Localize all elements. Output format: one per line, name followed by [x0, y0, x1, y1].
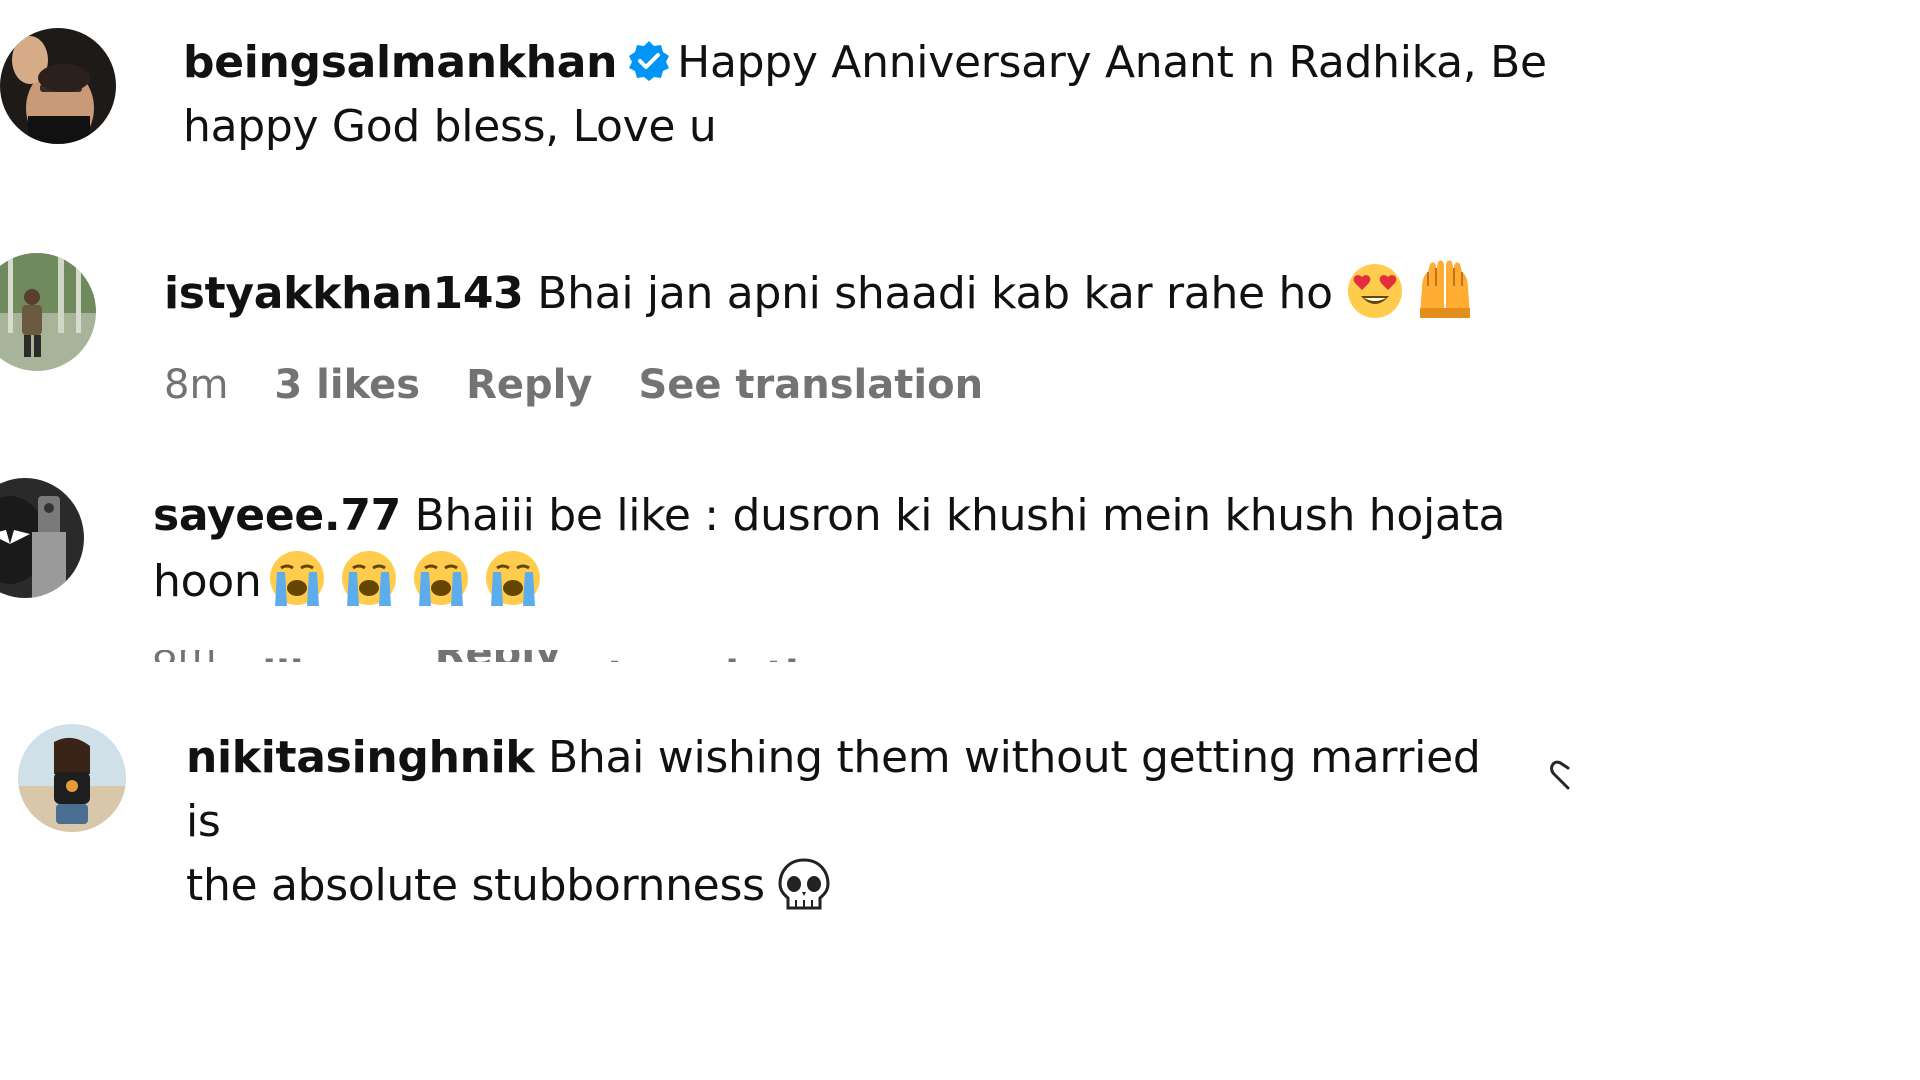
- avatar[interactable]: [18, 724, 126, 832]
- comment-username[interactable]: istyakkhan143: [164, 268, 524, 319]
- comment-username[interactable]: beingsalmankhan: [183, 37, 617, 88]
- comment-body: Happy Anniversary Anant n Radhika, Be: [677, 37, 1547, 88]
- see-translation-button[interactable]: See translation: [607, 650, 906, 662]
- comment-body: the absolute stubbornness: [186, 860, 765, 911]
- comment-text: beingsalmankhan Happy Anniversary Anant n…: [183, 31, 1563, 159]
- heart-eyes-emoji-icon: [1346, 262, 1404, 320]
- reply-button[interactable]: Reply: [435, 650, 561, 662]
- comment-meta: 8m 4 likes Reply See translation: [152, 650, 952, 662]
- avatar[interactable]: [0, 28, 116, 144]
- comment-text: sayeee.77 Bhaiii be like : dusron ki khu…: [153, 484, 1563, 614]
- comment-text: nikitasinghnik Bhai wishing them without…: [186, 726, 1526, 918]
- comment-username[interactable]: nikitasinghnik: [186, 732, 535, 783]
- comments-section: beingsalmankhan Happy Anniversary Anant n…: [0, 0, 1570, 911]
- comment-time: 8m: [164, 362, 229, 408]
- likes-count-button[interactable]: 4 likes: [262, 650, 388, 662]
- comment-body: Bhaiii be like : dusron ki khushi mein k…: [414, 490, 1506, 541]
- loudly-crying-emoji-icon: [411, 548, 471, 608]
- like-heart-icon[interactable]: [1546, 756, 1576, 792]
- comment-meta-clipped: 8m 4 likes Reply See translation: [152, 650, 952, 662]
- comment-body: Bhai jan apni shaadi kab kar rahe ho: [537, 268, 1333, 319]
- verified-badge-icon: [627, 37, 671, 81]
- raising-hands-emoji-icon: [1414, 258, 1476, 320]
- skull-emoji-icon: [778, 858, 830, 912]
- comment-meta: 8m 3 likes Reply See translation: [164, 360, 1029, 410]
- likes-count-button[interactable]: 3 likes: [274, 362, 420, 408]
- comment-username[interactable]: sayeee.77: [153, 490, 401, 541]
- comment-body: happy God bless, Love u: [183, 101, 717, 152]
- comment-body: hoon: [153, 556, 262, 607]
- loudly-crying-emoji-icon: [339, 548, 399, 608]
- loudly-crying-emoji-icon: [267, 548, 327, 608]
- loudly-crying-emoji-icon: [483, 548, 543, 608]
- comment-text: istyakkhan143 Bhai jan apni shaadi kab k…: [164, 258, 1564, 326]
- avatar[interactable]: [0, 253, 96, 371]
- see-translation-button[interactable]: See translation: [638, 362, 983, 408]
- reply-button[interactable]: Reply: [466, 362, 592, 408]
- avatar[interactable]: [0, 478, 84, 598]
- comment-time: 8m: [152, 650, 216, 662]
